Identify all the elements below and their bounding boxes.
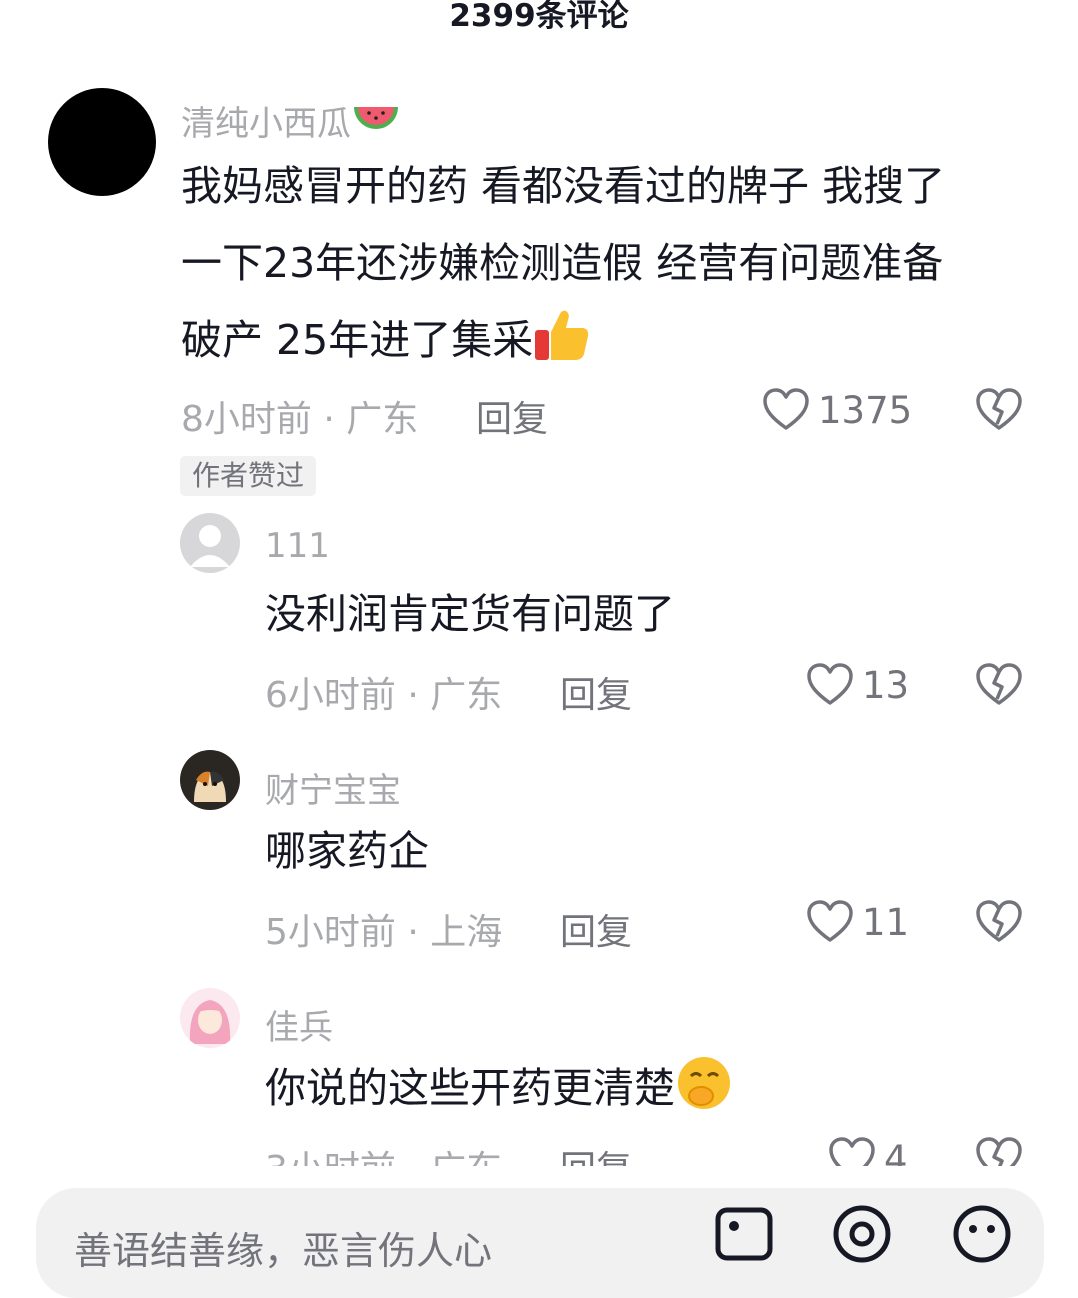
- watermelon-icon: [354, 107, 398, 129]
- comment-line-2: 一下23年还涉嫌检测造假 经营有问题准备: [181, 239, 944, 287]
- cat-avatar-icon: [194, 771, 226, 802]
- hand-over-mouth-emoji-icon: [678, 1057, 730, 1109]
- avatar[interactable]: [180, 988, 240, 1048]
- reply-username[interactable]: 佳兵: [265, 1000, 333, 1049]
- reply-text: 你说的这些开药更清楚: [265, 1050, 733, 1127]
- broken-heart-icon: [976, 663, 1022, 705]
- like-button[interactable]: 4: [828, 1135, 908, 1166]
- reply-time-location: 6小时前 · 广东: [265, 675, 503, 716]
- reply-username[interactable]: 财宁宝宝: [265, 763, 401, 812]
- comment-input-placeholder[interactable]: 善语结善缘，恶言伤人心: [74, 1220, 492, 1275]
- like-button[interactable]: 13: [806, 661, 909, 709]
- emoji-icon[interactable]: [950, 1202, 1014, 1266]
- comment-count-title: 2399条评论: [449, 0, 629, 34]
- heart-icon: [807, 663, 853, 705]
- reply-text: 没利润肯定货有问题了: [265, 590, 675, 638]
- heart-icon: [829, 1137, 875, 1166]
- broken-heart-icon: [976, 388, 1022, 430]
- reply-text: 哪家药企: [265, 827, 429, 875]
- avatar[interactable]: [180, 750, 240, 810]
- dislike-button[interactable]: [975, 898, 1023, 950]
- thumbs-up-icon: [535, 310, 589, 360]
- like-count: 13: [862, 663, 910, 707]
- author-liked-badge: 作者赞过: [180, 456, 317, 496]
- image-icon[interactable]: [712, 1202, 776, 1266]
- reply-button[interactable]: 回复: [560, 1140, 632, 1166]
- dislike-button[interactable]: [975, 661, 1023, 713]
- reply-button[interactable]: 回复: [560, 903, 632, 955]
- like-count: 1375: [818, 388, 913, 432]
- broken-heart-icon: [976, 900, 1022, 942]
- anime-girl-avatar-icon: [189, 1000, 231, 1044]
- avatar[interactable]: [180, 513, 240, 573]
- at-mention-icon[interactable]: [830, 1202, 894, 1266]
- comment-list[interactable]: 2399条评论 清纯小西瓜 我妈感冒开的药 看都没看过的牌子 我搜了 一下23年…: [0, 0, 1078, 1166]
- comment-text: 我妈感冒开的药 看都没看过的牌子 我搜了 一下23年还涉嫌检测造假 经营有问题准…: [181, 148, 1041, 379]
- like-count: 11: [862, 900, 910, 944]
- dislike-button[interactable]: [975, 386, 1023, 438]
- like-count: 4: [884, 1137, 908, 1167]
- username-text: 清纯小西瓜: [181, 104, 351, 144]
- reply-text-content: 你说的这些开药更清楚: [265, 1064, 675, 1112]
- comment-input-bar[interactable]: 善语结善缘，恶言伤人心: [36, 1188, 1044, 1298]
- reply-button[interactable]: 回复: [476, 390, 548, 442]
- comment-time-location: 8小时前 · 广东: [181, 399, 419, 440]
- broken-heart-icon: [976, 1137, 1022, 1166]
- reply-username[interactable]: 111: [265, 526, 330, 566]
- heart-icon: [807, 900, 853, 942]
- comment-line-3-wrap: 破产 25年进了集采: [181, 302, 1041, 379]
- avatar[interactable]: [48, 88, 156, 196]
- comment-line-3: 破产 25年进了集采: [181, 316, 534, 364]
- reply-time-location: 3小时前 · 广东: [265, 1140, 502, 1166]
- reply-time-location: 5小时前 · 上海: [265, 912, 503, 953]
- like-button[interactable]: 11: [806, 898, 909, 946]
- default-avatar-icon: [190, 525, 230, 567]
- reply-button[interactable]: 回复: [560, 666, 632, 718]
- dislike-button[interactable]: [975, 1135, 1023, 1166]
- heart-icon: [763, 388, 809, 430]
- like-button[interactable]: 1375: [762, 386, 912, 434]
- comment-username[interactable]: 清纯小西瓜: [181, 96, 401, 145]
- comment-line-1: 我妈感冒开的药 看都没看过的牌子 我搜了: [181, 162, 946, 210]
